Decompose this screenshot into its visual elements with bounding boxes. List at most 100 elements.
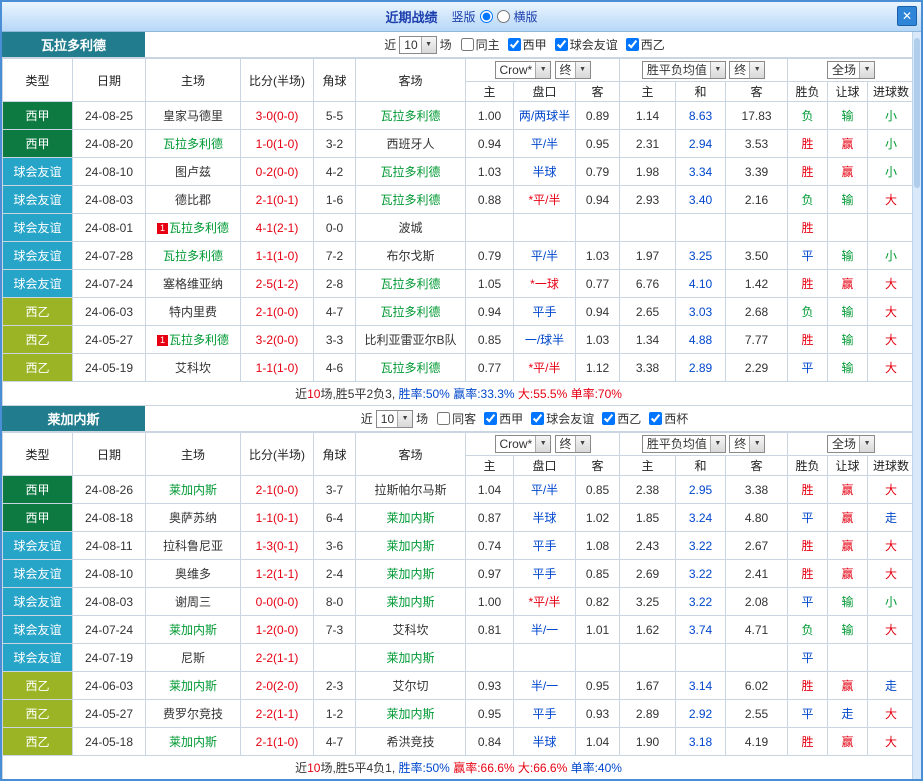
- away-team[interactable]: 瓦拉多利德: [355, 101, 466, 130]
- home-team[interactable]: 艾科坎: [145, 353, 241, 382]
- home-team[interactable]: 莱加内斯: [145, 475, 241, 504]
- home-team[interactable]: 莱加内斯: [145, 615, 241, 644]
- avg-away: [725, 643, 789, 672]
- away-team[interactable]: 布尔戈斯: [355, 241, 466, 270]
- corners: 1-6: [313, 185, 356, 214]
- away-team[interactable]: 瓦拉多利德: [355, 157, 466, 186]
- recent-count-select[interactable]: 10 ▼: [399, 35, 437, 54]
- home-team[interactable]: 特内里费: [145, 297, 241, 326]
- league-badge: 西甲: [2, 129, 73, 158]
- result-winlose: 平: [787, 643, 829, 672]
- home-team[interactable]: 奥维多: [145, 559, 241, 588]
- away-team[interactable]: 西班牙人: [355, 129, 466, 158]
- home-team[interactable]: 瓦拉多利德: [145, 241, 241, 270]
- odds-source-select[interactable]: Crow* ▼: [494, 61, 552, 79]
- scope-select[interactable]: 全场 ▼: [827, 61, 876, 79]
- filter-checkbox-label: 西乙: [640, 38, 665, 52]
- avg-away: 4.71: [725, 615, 789, 644]
- avg-home: 1.85: [619, 503, 677, 532]
- close-icon[interactable]: ✕: [897, 6, 917, 26]
- score: 3-2(0-0): [240, 325, 314, 354]
- away-team[interactable]: 拉斯帕尔马斯: [355, 475, 466, 504]
- away-team[interactable]: 瓦拉多利德: [355, 269, 466, 298]
- league-badge: 西乙: [2, 297, 73, 326]
- filter-checkbox-label: 同主: [475, 38, 500, 52]
- away-team[interactable]: 艾尔切: [355, 671, 466, 700]
- home-team[interactable]: 拉科鲁尼亚: [145, 531, 241, 560]
- home-team[interactable]: 奥萨苏纳: [145, 503, 241, 532]
- odds-final-value: 终: [559, 63, 572, 77]
- away-team[interactable]: 莱加内斯: [355, 699, 466, 728]
- odds-final-select[interactable]: 终 ▼: [554, 61, 591, 79]
- home-team[interactable]: 费罗尔竞技: [145, 699, 241, 728]
- home-team[interactable]: 莱加内斯: [145, 671, 241, 700]
- home-team[interactable]: 莱加内斯: [145, 727, 241, 756]
- home-team[interactable]: 德比郡: [145, 185, 241, 214]
- col-header-corners: 角球: [313, 58, 356, 102]
- odds-handicap: 半/一: [513, 615, 576, 644]
- sub-header-avg-home: 主: [619, 81, 677, 102]
- result-goals: 大: [867, 297, 916, 326]
- odds-source-select[interactable]: Crow* ▼: [494, 435, 552, 453]
- away-team[interactable]: 比利亚雷亚尔B队: [355, 325, 466, 354]
- scope-select[interactable]: 全场 ▼: [827, 435, 876, 453]
- result-goals: 大: [867, 325, 916, 354]
- filter-checkbox[interactable]: 球会友谊: [531, 410, 594, 427]
- result-goals: 大: [867, 559, 916, 588]
- league-badge: 西乙: [2, 353, 73, 382]
- home-team[interactable]: 图卢兹: [145, 157, 241, 186]
- away-team[interactable]: 莱加内斯: [355, 587, 466, 616]
- home-team[interactable]: 1 瓦拉多利德: [145, 325, 241, 354]
- filter-checkbox[interactable]: 西乙: [602, 410, 641, 427]
- summary-segment: 赢率:33.3%: [449, 387, 515, 401]
- avg-draw: 4.88: [675, 325, 727, 354]
- away-team[interactable]: 瓦拉多利德: [355, 297, 466, 326]
- recent-count-select[interactable]: 10 ▼: [375, 409, 414, 428]
- home-team[interactable]: 皇家马德里: [145, 101, 241, 130]
- filter-checkbox[interactable]: 西甲: [507, 36, 547, 53]
- odds-final-select[interactable]: 终 ▼: [554, 435, 591, 453]
- result-winlose: 负: [787, 297, 829, 326]
- avg-select[interactable]: 胜平负均值 ▼: [641, 435, 726, 453]
- col-header-corners: 角球: [313, 432, 356, 476]
- avg-group-header: 胜平负均值 ▼ 终 ▼: [619, 58, 789, 82]
- away-team[interactable]: 瓦拉多利德: [355, 353, 466, 382]
- odds-home: 0.94: [465, 129, 514, 158]
- odds-handicap: 两/两球半: [513, 101, 576, 130]
- home-team[interactable]: 瓦拉多利德: [145, 129, 241, 158]
- avg-select[interactable]: 胜平负均值 ▼: [641, 61, 726, 79]
- filter-checkbox[interactable]: 球会友谊: [554, 36, 618, 53]
- match-row: 西甲 24-08-26 莱加内斯 2-1(0-0) 3-7 拉斯帕尔马斯 1.0…: [2, 475, 916, 504]
- away-team[interactable]: 艾科坎: [355, 615, 466, 644]
- away-team[interactable]: 莱加内斯: [355, 559, 466, 588]
- away-team[interactable]: 莱加内斯: [355, 531, 466, 560]
- filter-checkbox[interactable]: 同主: [460, 36, 500, 53]
- radio-horizontal[interactable]: [496, 10, 510, 23]
- summary-segment: 大:66.6%: [514, 761, 568, 775]
- away-team[interactable]: 希洪竞技: [355, 727, 466, 756]
- filter-checkbox[interactable]: 西甲: [484, 410, 523, 427]
- avg-final-select[interactable]: 终 ▼: [729, 61, 766, 79]
- avg-final-select[interactable]: 终 ▼: [729, 435, 766, 453]
- result-goals: 小: [867, 129, 916, 158]
- recent-label: 近: [360, 412, 373, 426]
- filter-checkbox[interactable]: 西乙: [625, 36, 665, 53]
- match-date: 24-08-18: [72, 503, 146, 532]
- away-team[interactable]: 莱加内斯: [355, 503, 466, 532]
- away-team[interactable]: 瓦拉多利德: [355, 185, 466, 214]
- vertical-scrollbar[interactable]: [912, 32, 921, 779]
- home-team[interactable]: 1 瓦拉多利德: [145, 213, 241, 242]
- avg-draw: [675, 213, 727, 242]
- radio-vertical[interactable]: [479, 10, 493, 23]
- home-team[interactable]: 塞格维亚纳: [145, 269, 241, 298]
- filter-checkbox[interactable]: 同客: [437, 410, 476, 427]
- filter-checkbox[interactable]: 西杯: [649, 410, 688, 427]
- scrollbar-thumb[interactable]: [914, 38, 920, 188]
- match-row: 西乙 24-05-27 费罗尔竞技 2-2(1-1) 1-2 莱加内斯 0.95…: [2, 699, 916, 728]
- match-row: 球会友谊 24-08-10 图卢兹 0-2(0-0) 4-2 瓦拉多利德 1.0…: [2, 157, 916, 186]
- away-team[interactable]: 莱加内斯: [355, 643, 466, 672]
- result-goals: 大: [867, 615, 916, 644]
- home-team[interactable]: 谢周三: [145, 587, 241, 616]
- away-team[interactable]: 波城: [355, 213, 466, 242]
- home-team[interactable]: 尼斯: [145, 643, 241, 672]
